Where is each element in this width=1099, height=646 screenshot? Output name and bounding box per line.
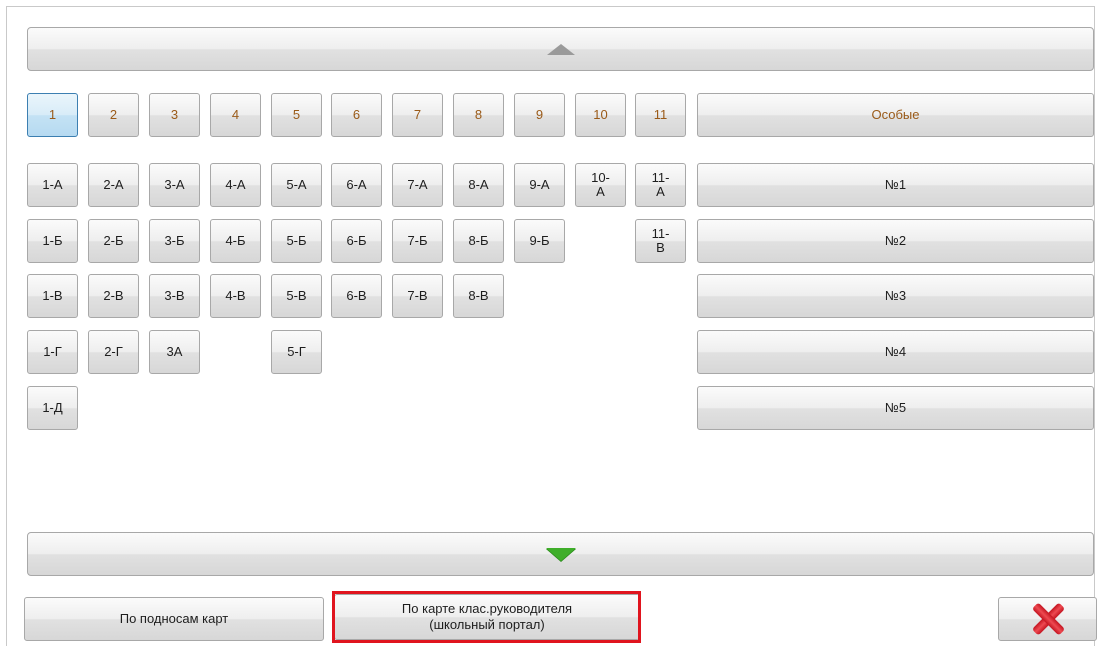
class-button-8-b[interactable]: 8-Б bbox=[453, 219, 504, 263]
class-button-2-a[interactable]: 2-А bbox=[88, 163, 139, 207]
class-button-11-v[interactable]: 11- В bbox=[635, 219, 686, 263]
class-button-1-d[interactable]: 1-Д bbox=[27, 386, 78, 430]
grade-tab-5[interactable]: 5 bbox=[271, 93, 322, 137]
grade-tab-2[interactable]: 2 bbox=[88, 93, 139, 137]
class-button-1-b[interactable]: 1-Б bbox=[27, 219, 78, 263]
class-button-3-a[interactable]: 3-А bbox=[149, 163, 200, 207]
grade-tab-1[interactable]: 1 bbox=[27, 93, 78, 137]
arrow-down-icon bbox=[545, 547, 576, 561]
class-button-2-b[interactable]: 2-Б bbox=[88, 219, 139, 263]
by-trays-button[interactable]: По подносам карт bbox=[24, 597, 324, 641]
class-button-9-a[interactable]: 9-А bbox=[514, 163, 565, 207]
class-button-5-a[interactable]: 5-А bbox=[271, 163, 322, 207]
grade-tab-3[interactable]: 3 bbox=[149, 93, 200, 137]
class-button-6-b[interactable]: 6-Б bbox=[331, 219, 382, 263]
grade-tab-7[interactable]: 7 bbox=[392, 93, 443, 137]
grade-tab-8[interactable]: 8 bbox=[453, 93, 504, 137]
class-button-8-v[interactable]: 8-В bbox=[453, 274, 504, 318]
special-tab[interactable]: Особые bbox=[697, 93, 1094, 137]
special-button-5[interactable]: №5 bbox=[697, 386, 1094, 430]
class-button-8-a[interactable]: 8-А bbox=[453, 163, 504, 207]
class-button-3a[interactable]: 3А bbox=[149, 330, 200, 374]
class-button-7-v[interactable]: 7-В bbox=[392, 274, 443, 318]
highlight-box bbox=[332, 591, 641, 643]
class-button-2-g[interactable]: 2-Г bbox=[88, 330, 139, 374]
scroll-up-button[interactable] bbox=[27, 27, 1094, 71]
grade-tab-11[interactable]: 11 bbox=[635, 93, 686, 137]
class-button-4-v[interactable]: 4-В bbox=[210, 274, 261, 318]
class-button-3-b[interactable]: 3-Б bbox=[149, 219, 200, 263]
special-button-3[interactable]: №3 bbox=[697, 274, 1094, 318]
special-button-2[interactable]: №2 bbox=[697, 219, 1094, 263]
class-button-2-v[interactable]: 2-В bbox=[88, 274, 139, 318]
grade-tab-10[interactable]: 10 bbox=[575, 93, 626, 137]
special-button-4[interactable]: №4 bbox=[697, 330, 1094, 374]
class-button-10-a[interactable]: 10- А bbox=[575, 163, 626, 207]
arrow-up-icon bbox=[546, 43, 575, 55]
class-button-1-a[interactable]: 1-А bbox=[27, 163, 78, 207]
class-button-6-a[interactable]: 6-А bbox=[331, 163, 382, 207]
class-button-6-v[interactable]: 6-В bbox=[331, 274, 382, 318]
class-button-1-v[interactable]: 1-В bbox=[27, 274, 78, 318]
grade-tab-4[interactable]: 4 bbox=[210, 93, 261, 137]
class-button-5-b[interactable]: 5-Б bbox=[271, 219, 322, 263]
special-button-1[interactable]: №1 bbox=[697, 163, 1094, 207]
close-button[interactable] bbox=[998, 597, 1097, 641]
class-button-11-a[interactable]: 11- А bbox=[635, 163, 686, 207]
class-button-7-b[interactable]: 7-Б bbox=[392, 219, 443, 263]
class-button-7-a[interactable]: 7-А bbox=[392, 163, 443, 207]
grade-tab-6[interactable]: 6 bbox=[331, 93, 382, 137]
class-button-5-g[interactable]: 5-Г bbox=[271, 330, 322, 374]
class-button-9-b[interactable]: 9-Б bbox=[514, 219, 565, 263]
class-button-1-g[interactable]: 1-Г bbox=[27, 330, 78, 374]
scroll-down-button[interactable] bbox=[27, 532, 1094, 576]
close-icon bbox=[1031, 602, 1065, 636]
class-button-4-b[interactable]: 4-Б bbox=[210, 219, 261, 263]
grade-tab-9[interactable]: 9 bbox=[514, 93, 565, 137]
class-button-5-v[interactable]: 5-В bbox=[271, 274, 322, 318]
class-button-3-v[interactable]: 3-В bbox=[149, 274, 200, 318]
class-button-4-a[interactable]: 4-А bbox=[210, 163, 261, 207]
